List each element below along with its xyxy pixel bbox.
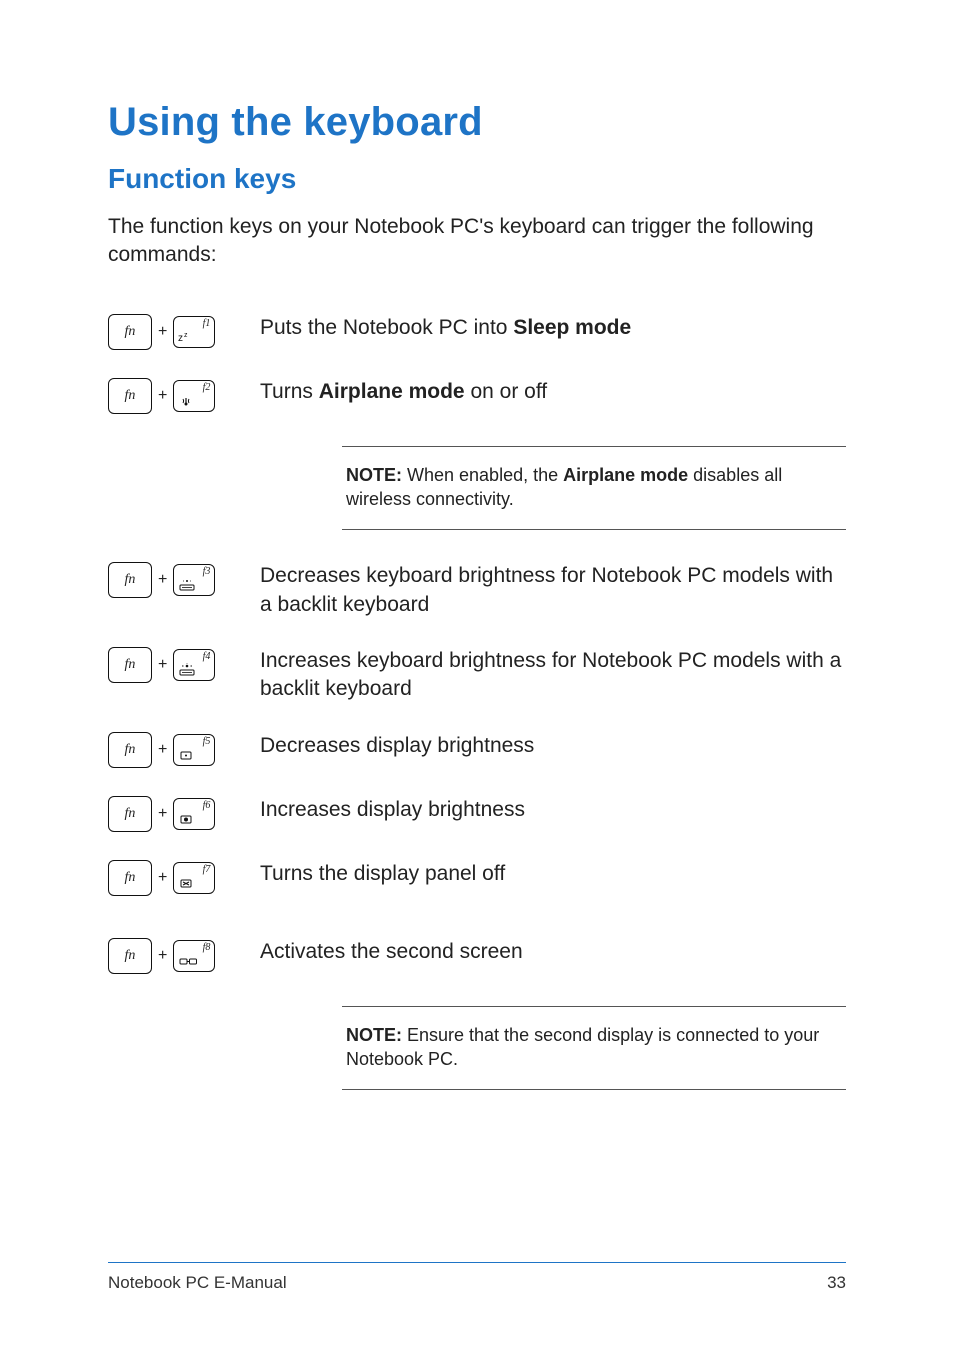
fkey-label: f1 (203, 318, 211, 329)
note-label: NOTE: (346, 465, 402, 485)
page-number: 33 (827, 1273, 846, 1293)
f3-key-icon: f3 (173, 564, 215, 596)
page-title: Using the keyboard (108, 100, 846, 145)
description: Increases display brightness (260, 796, 846, 824)
description: Decreases display brightness (260, 732, 846, 760)
section-heading: Function keys (108, 163, 846, 195)
fkey-label: f5 (203, 736, 211, 747)
svg-text:z: z (184, 332, 188, 339)
plus-icon: + (158, 805, 167, 823)
fn-key-icon: fn (108, 860, 152, 896)
key-combo: fn + f3 (108, 562, 238, 598)
f1-key-icon: f1 zz (173, 316, 215, 348)
fnkey-row-f3: fn + f3 Decreases keyboard brightness fo… (108, 562, 846, 619)
footer-divider (108, 1262, 846, 1263)
note-row: NOTE: Ensure that the second display is … (108, 1002, 846, 1095)
key-combo: fn + f1 zz (108, 314, 238, 350)
f4-key-icon: f4 (173, 649, 215, 681)
f8-key-icon: f8 (173, 940, 215, 972)
divider (342, 1089, 846, 1090)
description: Puts the Notebook PC into Sleep mode (260, 314, 846, 342)
description: Turns the display panel off (260, 860, 846, 888)
brightness-down-icon (178, 748, 194, 762)
fnkey-row-f5: fn + f5 Decreases display brightness (108, 732, 846, 768)
fnkey-row-f8: fn + f8 Activates the second screen (108, 938, 846, 974)
fnkey-row-f2: fn + f2 Turns Airplane mode on or off (108, 378, 846, 414)
fkey-label: f4 (203, 651, 211, 662)
fnkey-row-f4: fn + f4 Increases keyboard brightness fo… (108, 647, 846, 704)
f7-key-icon: f7 (173, 862, 215, 894)
wifi-icon (178, 394, 194, 408)
function-key-list: fn + f1 zz Puts the Notebook PC into Sle… (108, 314, 846, 1095)
plus-icon: + (158, 571, 167, 589)
fn-key-icon: fn (108, 314, 152, 350)
plus-icon: + (158, 656, 167, 674)
desc-post: on or off (465, 380, 548, 403)
desc-bold: Sleep mode (513, 316, 631, 339)
note-label: NOTE: (346, 1025, 402, 1045)
note-bold: Airplane mode (563, 465, 688, 485)
fn-key-icon: fn (108, 732, 152, 768)
fnkey-row-f6: fn + f6 Increases display brightness (108, 796, 846, 832)
f6-key-icon: f6 (173, 798, 215, 830)
fnkey-row-f7: fn + f7 Turns the display panel off (108, 860, 846, 896)
footer-title: Notebook PC E-Manual (108, 1273, 287, 1293)
fn-key-icon: fn (108, 378, 152, 414)
fkey-label: f3 (203, 566, 211, 577)
description: Turns Airplane mode on or off (260, 378, 846, 406)
intro-text: The function keys on your Notebook PC's … (108, 213, 846, 270)
plus-icon: + (158, 387, 167, 405)
keyboard-bright-icon (178, 663, 196, 677)
screen-off-icon (178, 876, 194, 890)
fn-key-icon: fn (108, 796, 152, 832)
desc-text: Turns (260, 380, 319, 403)
keyboard-dim-icon (178, 578, 196, 592)
fnkey-row-f1: fn + f1 zz Puts the Notebook PC into Sle… (108, 314, 846, 350)
fkey-label: f8 (203, 942, 211, 953)
key-combo: fn + f5 (108, 732, 238, 768)
page-footer: Notebook PC E-Manual 33 (108, 1262, 846, 1293)
key-combo: fn + f2 (108, 378, 238, 414)
plus-icon: + (158, 869, 167, 887)
description: Decreases keyboard brightness for Notebo… (260, 562, 846, 619)
plus-icon: + (158, 947, 167, 965)
brightness-up-icon (178, 812, 194, 826)
note-box: NOTE: Ensure that the second display is … (342, 1006, 846, 1091)
fkey-label: f6 (203, 800, 211, 811)
key-combo: fn + f7 (108, 860, 238, 896)
note-pre: Ensure that the second display is connec… (346, 1025, 819, 1069)
description: Increases keyboard brightness for Notebo… (260, 647, 846, 704)
key-combo: fn + f4 (108, 647, 238, 683)
f5-key-icon: f5 (173, 734, 215, 766)
fn-key-icon: fn (108, 647, 152, 683)
fn-key-icon: fn (108, 562, 152, 598)
f2-key-icon: f2 (173, 380, 215, 412)
fkey-label: f7 (203, 864, 211, 875)
key-combo: fn + f8 (108, 938, 238, 974)
fkey-label: f2 (203, 382, 211, 393)
desc-text: Puts the Notebook PC into (260, 316, 513, 339)
key-combo: fn + f6 (108, 796, 238, 832)
plus-icon: + (158, 741, 167, 759)
divider (342, 529, 846, 530)
desc-bold: Airplane mode (319, 380, 465, 403)
fn-key-icon: fn (108, 938, 152, 974)
svg-text:z: z (178, 333, 183, 344)
plus-icon: + (158, 323, 167, 341)
description: Activates the second screen (260, 938, 846, 966)
sleep-icon: zz (178, 330, 196, 344)
dual-screen-icon (178, 954, 198, 968)
note-box: NOTE: When enabled, the Airplane mode di… (342, 446, 846, 531)
note-pre: When enabled, the (402, 465, 563, 485)
note-row: NOTE: When enabled, the Airplane mode di… (108, 442, 846, 535)
